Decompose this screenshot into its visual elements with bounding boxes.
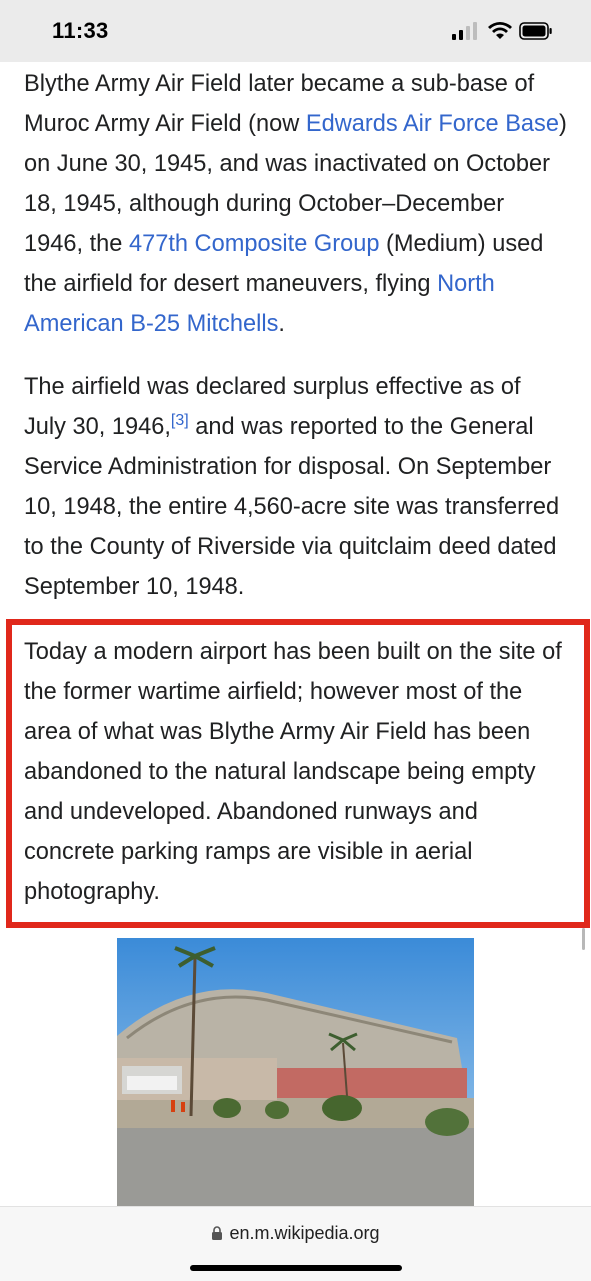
signal-icon [452,22,477,40]
lock-icon [212,1226,223,1240]
home-indicator[interactable] [190,1265,402,1271]
status-bar: 11:33 [0,0,591,62]
paragraph-inactivation: Blythe Army Air Field later became a sub… [24,64,569,344]
browser-bottom-bar: en.m.wikipedia.org [0,1206,591,1281]
status-time: 11:33 [52,18,109,43]
wifi-icon [488,22,512,39]
address-bar[interactable]: en.m.wikipedia.org [0,1223,591,1244]
battery-icon [519,22,552,40]
url-text: en.m.wikipedia.org [229,1223,380,1243]
reference-link[interactable]: [3] [171,412,189,429]
scroll-indicator[interactable] [582,928,585,950]
p1-text-4: . [278,311,285,337]
hangar-photo[interactable] [117,938,474,1206]
p2-text-2: and was reported to the General Service … [24,414,560,600]
link-edwards-air-force-base[interactable]: Edwards Air Force Base [306,111,559,137]
paragraph-surplus: The airfield was declared surplus effect… [24,367,569,607]
highlight-box [6,619,590,928]
link-477th-composite-group[interactable]: 477th Composite Group [129,231,380,257]
